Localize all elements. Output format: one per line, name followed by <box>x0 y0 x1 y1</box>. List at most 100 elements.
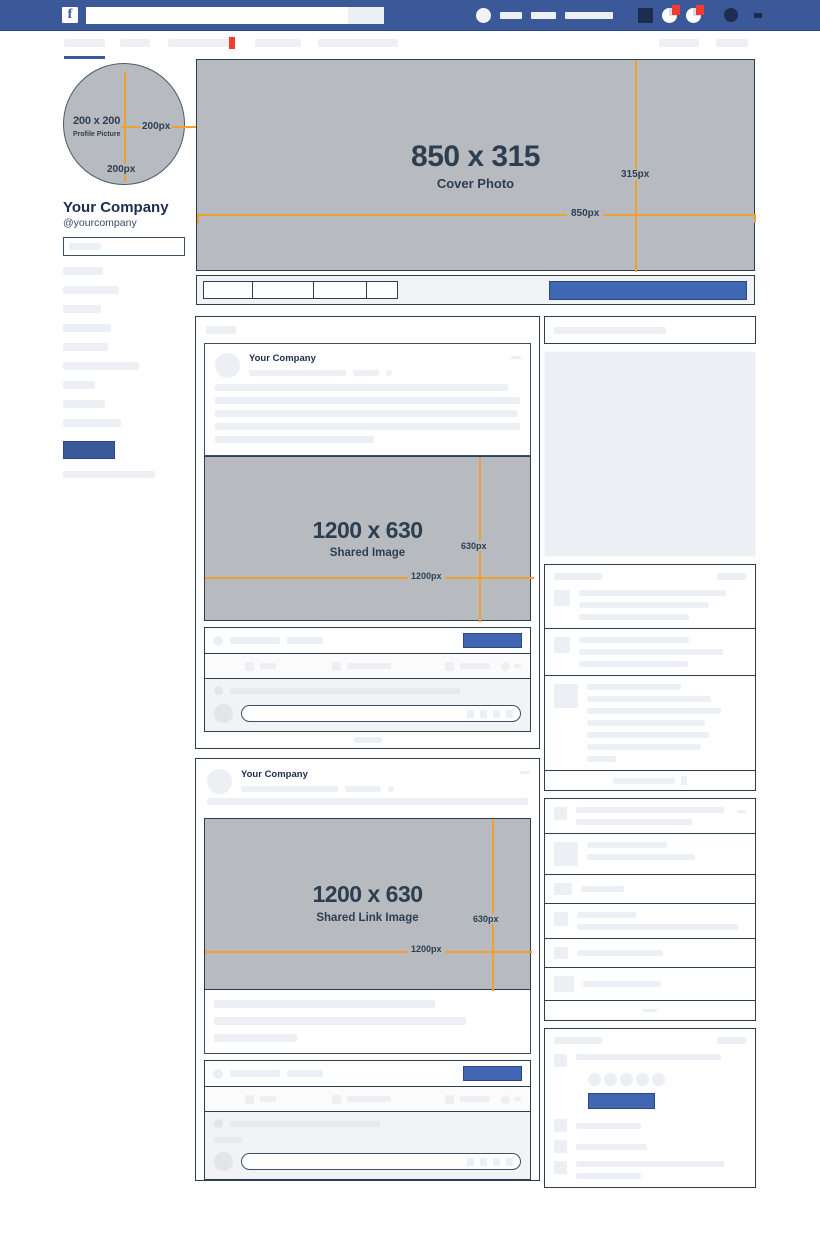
active-tab-indicator <box>64 56 105 59</box>
tab-help[interactable] <box>716 39 748 47</box>
tab-overview[interactable] <box>64 39 105 47</box>
boost-post-button[interactable] <box>463 633 522 648</box>
boost-post-button[interactable] <box>463 1066 522 1081</box>
comment-button[interactable] <box>332 661 391 671</box>
nav-item-home[interactable] <box>531 11 556 19</box>
feed-column: Your Company 1200 x 630 Shared Image 630… <box>195 316 540 1190</box>
cta-button[interactable] <box>549 280 747 300</box>
list-item[interactable] <box>545 1115 755 1136</box>
comment-input[interactable] <box>241 705 521 722</box>
nav-account-name[interactable] <box>500 11 522 19</box>
engagement-action[interactable] <box>717 1037 746 1044</box>
see-more-label[interactable] <box>353 737 382 743</box>
comment-input[interactable] <box>241 1153 521 1170</box>
page-tab-4[interactable] <box>366 281 398 299</box>
profile-picture-placeholder[interactable]: 200 x 200 Profile Picture 200px 200px <box>63 63 197 185</box>
like-button[interactable] <box>245 1094 276 1104</box>
post-audience-selector[interactable] <box>501 661 521 671</box>
search-icon[interactable] <box>348 6 384 24</box>
sidebar-item-3[interactable] <box>63 305 101 313</box>
nav-item-create[interactable] <box>565 11 613 19</box>
sidebar-item-8[interactable] <box>63 400 105 408</box>
list-item[interactable] <box>545 675 755 770</box>
sidebar-item-7[interactable] <box>63 381 95 389</box>
link-preview[interactable] <box>204 990 531 1054</box>
share-button[interactable] <box>445 661 490 671</box>
page-tab-2[interactable] <box>252 281 314 299</box>
facebook-f-logo[interactable]: f <box>62 7 78 23</box>
post-author[interactable]: Your Company <box>249 353 520 364</box>
see-more-button[interactable] <box>545 770 755 790</box>
sidebar-item-9[interactable] <box>63 419 121 427</box>
list-item[interactable] <box>545 628 755 675</box>
list-item[interactable] <box>545 1046 755 1115</box>
gif-icon[interactable] <box>493 1157 500 1166</box>
reaction-icon[interactable] <box>604 1073 617 1086</box>
page-tab-3[interactable] <box>313 281 367 299</box>
account-menu-icon[interactable] <box>754 12 762 18</box>
friend-requests-icon[interactable] <box>662 4 680 23</box>
ad-placeholder-block[interactable] <box>544 351 756 557</box>
list-item[interactable] <box>545 938 755 967</box>
tab-insights[interactable] <box>255 39 301 47</box>
composer-placeholder[interactable] <box>196 317 539 337</box>
list-item[interactable] <box>545 903 755 938</box>
more-options-icon[interactable] <box>738 810 746 813</box>
more-options-icon[interactable] <box>520 771 530 774</box>
camera-icon[interactable] <box>480 709 487 718</box>
page-tab-1[interactable] <box>203 281 253 299</box>
thumbnail <box>554 684 578 708</box>
sticker-icon[interactable] <box>506 709 513 718</box>
sidebar-action-button[interactable] <box>63 441 115 459</box>
list-item[interactable] <box>545 799 755 833</box>
tab-notifications[interactable] <box>168 39 230 47</box>
avatar[interactable] <box>215 353 240 378</box>
reaction-icon[interactable] <box>588 1073 601 1086</box>
sponsored-action[interactable] <box>717 573 746 580</box>
list-item[interactable] <box>545 582 755 628</box>
more-options-icon[interactable] <box>511 356 521 359</box>
avatar[interactable] <box>476 7 491 23</box>
avatar[interactable] <box>207 769 232 794</box>
engagement-button[interactable] <box>588 1093 655 1109</box>
tab-posts[interactable] <box>120 39 150 47</box>
search-input[interactable] <box>86 6 348 24</box>
sidebar-item-4[interactable] <box>63 324 111 332</box>
like-button[interactable] <box>245 661 276 671</box>
reaction-icon[interactable] <box>636 1073 649 1086</box>
rail-search-card[interactable] <box>544 316 756 344</box>
comment-button[interactable] <box>332 1094 391 1104</box>
reaction-icon[interactable] <box>652 1073 665 1086</box>
share-button[interactable] <box>445 1094 490 1104</box>
sidebar-item-1[interactable] <box>63 267 103 275</box>
cover-photo-placeholder[interactable]: 850 x 315 Cover Photo 850px 315px <box>196 59 756 272</box>
list-item[interactable] <box>545 1157 755 1187</box>
list-item[interactable] <box>545 874 755 903</box>
post-text <box>196 798 539 818</box>
sidebar-item-6[interactable] <box>63 362 139 370</box>
home-icon[interactable] <box>638 7 653 23</box>
camera-icon[interactable] <box>480 1157 487 1166</box>
sidebar-search-input[interactable] <box>63 237 185 256</box>
messages-icon[interactable] <box>686 4 704 23</box>
reaction-icon[interactable] <box>620 1073 633 1086</box>
gif-icon[interactable] <box>493 709 500 718</box>
emoji-icon[interactable] <box>467 709 474 718</box>
sidebar-item-2[interactable] <box>63 286 119 294</box>
sidebar-item-5[interactable] <box>63 343 108 351</box>
list-item[interactable] <box>545 833 755 874</box>
see-more-button[interactable] <box>545 1000 755 1020</box>
sticker-icon[interactable] <box>506 1157 513 1166</box>
post-author[interactable]: Your Company <box>241 769 528 780</box>
tab-settings[interactable] <box>659 39 699 47</box>
emoji-icon[interactable] <box>467 1157 474 1166</box>
tab-publishing[interactable] <box>318 39 398 47</box>
post-audience-selector[interactable] <box>501 1094 521 1104</box>
list-item[interactable] <box>545 1136 755 1157</box>
comment-filter[interactable] <box>214 1137 521 1143</box>
list-item[interactable] <box>545 967 755 1000</box>
page-title: Your Company <box>63 199 169 216</box>
shared-image-placeholder[interactable]: 1200 x 630 Shared Image 630px 1200px <box>204 456 534 622</box>
shared-link-image-placeholder[interactable]: 1200 x 630 Shared Link Image 630px 1200p… <box>204 818 532 991</box>
notifications-icon[interactable] <box>724 8 738 22</box>
